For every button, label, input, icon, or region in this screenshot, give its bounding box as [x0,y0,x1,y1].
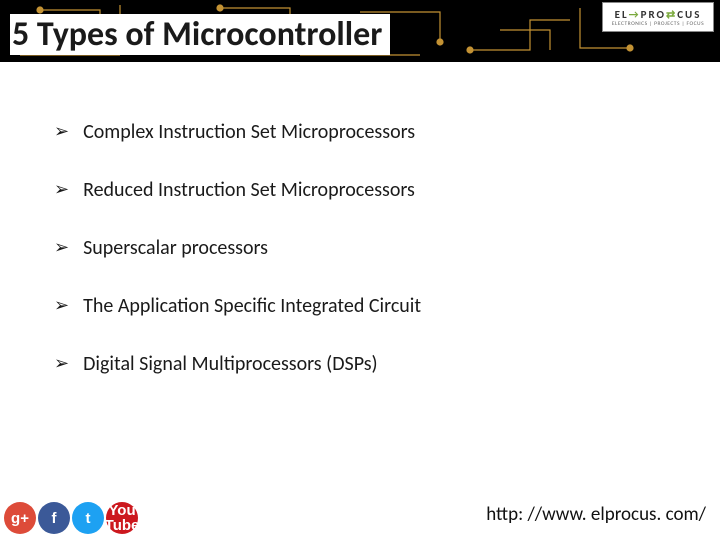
list-item-text: The Application Specific Integrated Circ… [83,294,421,318]
youtube-icon[interactable]: You Tube [106,502,138,534]
bullet-icon: ➢ [54,120,69,143]
facebook-icon[interactable]: f [38,502,70,534]
bullet-icon: ➢ [54,294,69,317]
list-item: ➢ Superscalar processors [54,236,680,260]
logo-text-el: EL [615,8,629,21]
logo-subtitle: ELECTRONICS | PROJECTS | FOCUS [612,21,704,27]
list-item-text: Reduced Instruction Set Microprocessors [83,178,415,202]
twitter-icon[interactable]: t [72,502,104,534]
footer: g+ f t You Tube http: //www. elprocus. c… [0,490,720,540]
logo-arrow-icon: ⇄ [666,8,677,21]
list-item: ➢ Complex Instruction Set Microprocessor… [54,120,680,144]
logo-arrow-icon: → [629,8,641,21]
list-item-text: Complex Instruction Set Microprocessors [83,120,415,144]
bullet-list: ➢ Complex Instruction Set Microprocessor… [54,120,680,410]
list-item: ➢ Digital Signal Multiprocessors (DSPs) [54,352,680,376]
slide-title: 5 Types of Microcontroller [10,14,390,55]
bullet-icon: ➢ [54,352,69,375]
bullet-icon: ➢ [54,236,69,259]
list-item-text: Superscalar processors [83,236,268,260]
logo-text-cus: CUS [677,8,701,21]
logo-text-pro: PRO [641,8,666,21]
social-icons: g+ f t You Tube [4,502,138,534]
bullet-icon: ➢ [54,178,69,201]
footer-url: http: //www. elprocus. com/ [486,503,706,526]
list-item: ➢ The Application Specific Integrated Ci… [54,294,680,318]
google-plus-icon[interactable]: g+ [4,502,36,534]
list-item-text: Digital Signal Multiprocessors (DSPs) [83,352,378,376]
brand-logo: EL→PRO⇄CUS ELECTRONICS | PROJECTS | FOCU… [602,2,714,32]
list-item: ➢ Reduced Instruction Set Microprocessor… [54,178,680,202]
